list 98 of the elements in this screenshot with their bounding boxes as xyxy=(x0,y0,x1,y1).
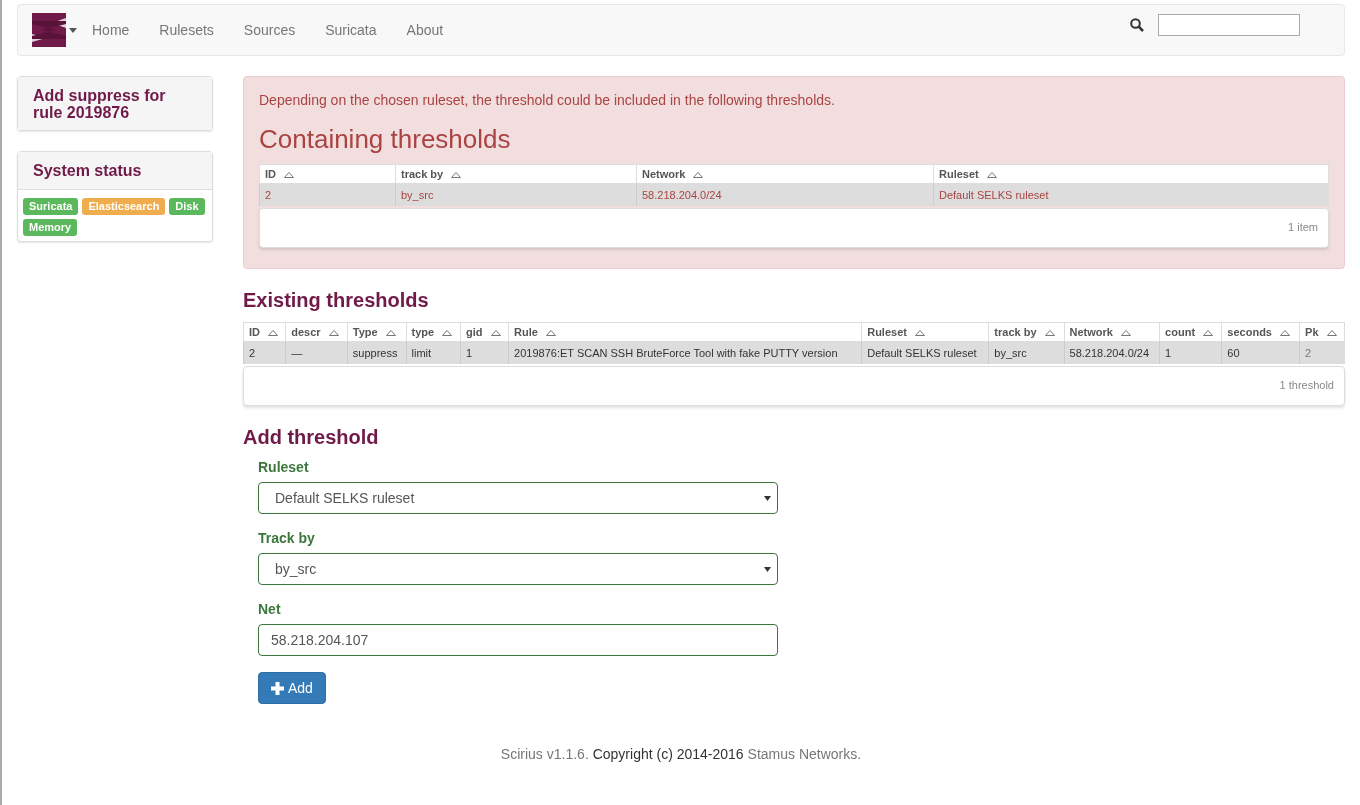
status-badge: Suricata xyxy=(23,198,79,215)
nav-link[interactable]: Suricata xyxy=(310,20,392,40)
sort-icon xyxy=(451,172,462,179)
column-header[interactable]: descr xyxy=(285,322,348,342)
item-count: 1 threshold xyxy=(1279,379,1334,391)
footer-link[interactable]: Scirius v1.1.6. xyxy=(500,746,589,762)
sort-icon xyxy=(268,330,278,337)
status-badge: Elasticsearch xyxy=(82,198,166,215)
header-label: Pk xyxy=(1305,326,1319,338)
sort-icon xyxy=(490,330,501,337)
section-title: Existing thresholds xyxy=(243,289,430,312)
sort-icon xyxy=(545,330,556,337)
table-cell: 60 xyxy=(1221,341,1300,364)
nav-link[interactable]: Sources xyxy=(228,20,311,40)
header-label: ID xyxy=(249,326,260,338)
column-header[interactable]: seconds xyxy=(1221,322,1300,342)
column-header[interactable]: ID xyxy=(243,322,286,342)
table-cell: 2 xyxy=(243,341,286,364)
header-label: seconds xyxy=(1227,326,1272,338)
column-header[interactable]: ID xyxy=(259,164,396,184)
header-label: count xyxy=(1165,326,1196,338)
nav-link[interactable]: About xyxy=(391,20,459,40)
table-cell: 2 xyxy=(259,183,396,206)
header-label: descr xyxy=(291,326,321,338)
column-header[interactable]: Ruleset xyxy=(933,164,1329,184)
column-header[interactable]: track by xyxy=(988,322,1065,342)
caret-icon xyxy=(69,27,77,33)
section-title: Containing thresholds xyxy=(259,124,512,155)
field-label: Net xyxy=(258,601,282,617)
column-header[interactable]: Network xyxy=(636,164,934,184)
column-header[interactable]: Pk xyxy=(1299,322,1345,342)
header-label: Rule xyxy=(514,326,538,338)
sort-icon xyxy=(986,172,997,179)
sort-icon xyxy=(442,330,453,337)
caret-icon xyxy=(764,566,771,572)
nav-link[interactable]: Rulesets xyxy=(144,20,229,40)
header-label: Type xyxy=(352,326,378,338)
plus-icon xyxy=(271,681,284,695)
status-badge: Disk xyxy=(169,198,205,215)
nav-link[interactable]: Home xyxy=(77,20,145,40)
sort-icon xyxy=(914,330,925,337)
header-label: Network xyxy=(642,168,686,180)
column-header[interactable]: gid xyxy=(460,322,509,342)
table-cell: 1 xyxy=(1159,341,1222,364)
sort-icon xyxy=(1044,330,1055,337)
search-field[interactable] xyxy=(1158,14,1300,36)
column-header[interactable]: Network xyxy=(1064,322,1160,342)
alert-message: Depending on the chosen ruleset, the threshold could be included in the following thresholds. xyxy=(259,92,836,108)
footer-text: Scirius v1.1.6. Copyright (c) 2014-2016 Stamus Networks. xyxy=(499,746,863,762)
sort-icon xyxy=(1120,330,1131,337)
table-cell: limit xyxy=(406,341,461,364)
sort-icon xyxy=(1203,330,1214,337)
input-field[interactable]: 58.218.204.107 xyxy=(258,624,778,656)
header-label: type xyxy=(411,326,435,338)
select-field[interactable]: Default SELKS ruleset xyxy=(258,482,778,514)
table-cell: by_src xyxy=(395,183,637,206)
caret-icon xyxy=(764,495,771,501)
table-cell: 2019876:ET SCAN SSH BruteForce Tool with fake PUTTY version xyxy=(508,341,862,364)
column-header[interactable]: count xyxy=(1159,322,1222,342)
panel-title: System status xyxy=(18,152,212,189)
column-header[interactable]: track by xyxy=(395,164,637,184)
sort-icon xyxy=(328,330,339,337)
column-header[interactable]: Rule xyxy=(508,322,862,342)
column-header[interactable]: Ruleset xyxy=(861,322,989,342)
table-cell: 58.218.204.0/24 xyxy=(636,183,934,206)
column-header[interactable]: type xyxy=(406,322,461,342)
sort-icon xyxy=(1326,330,1337,337)
field-label: Track by xyxy=(258,530,316,546)
header-label: track by xyxy=(994,326,1037,338)
field-label: Ruleset xyxy=(258,459,310,475)
header-label: Network xyxy=(1069,326,1113,338)
header-label: gid xyxy=(466,326,483,338)
footer-link[interactable]: Stamus Networks. xyxy=(747,746,862,762)
header-label: ID xyxy=(265,168,276,180)
search-icon xyxy=(1130,18,1144,32)
item-count: 1 item xyxy=(1288,221,1318,233)
add-button[interactable]: Add xyxy=(258,672,326,704)
logo-icon[interactable] xyxy=(32,13,66,47)
table-cell: Default SELKS ruleset xyxy=(861,341,989,364)
header-label: track by xyxy=(401,168,444,180)
select-field[interactable]: by_src xyxy=(258,553,778,585)
table-cell: 1 xyxy=(460,341,509,364)
panel-title: Add suppress for rule 2019876 xyxy=(18,77,212,130)
sort-icon xyxy=(1280,330,1290,337)
table-cell: 2 xyxy=(1299,341,1345,364)
status-badge: Memory xyxy=(23,219,78,236)
sort-icon xyxy=(693,172,704,179)
sort-icon xyxy=(385,330,396,337)
table-cell: Default SELKS ruleset xyxy=(933,183,1329,206)
table-cell: suppress xyxy=(347,341,407,364)
sort-icon xyxy=(284,172,294,179)
table-cell: — xyxy=(285,341,348,364)
table-cell: 58.218.204.0/24 xyxy=(1064,341,1160,364)
table-cell: by_src xyxy=(988,341,1065,364)
section-title: Add threshold xyxy=(243,426,380,449)
header-label: Ruleset xyxy=(867,326,907,338)
column-header[interactable]: Type xyxy=(347,322,407,342)
header-label: Ruleset xyxy=(939,168,979,180)
